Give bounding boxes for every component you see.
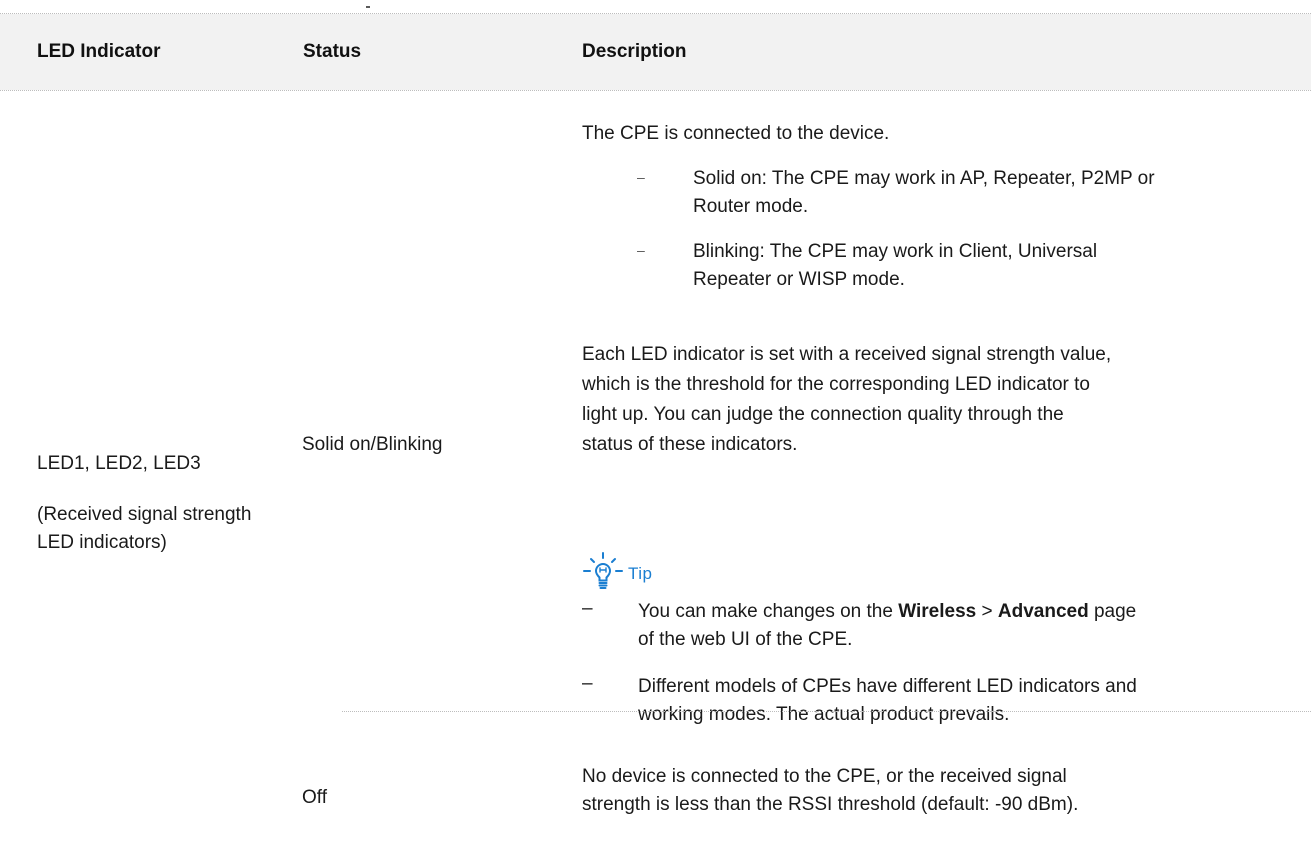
lightbulb-icon [582,551,624,597]
page-edge-mark [366,0,370,8]
bullet-marker: – [637,242,645,258]
tip-item1-line1: You can make changes on the Wireless > A… [638,601,1137,622]
bullet1-line2: Router mode. [693,196,809,217]
desc-para-line3: light up. You can judge the connection q… [582,404,1064,425]
tip-dash: – [582,598,593,619]
bullet2-line2: Repeater or WISP mode. [693,269,905,290]
tip-dash: – [582,673,593,694]
bullet1-line1: Solid on: The CPE may work in AP, Repeat… [693,168,1155,189]
tip-item1-line2: of the web UI of the CPE. [638,629,853,650]
led-name: LED1, LED2, LED3 [37,453,201,474]
header-bottom-rule [0,90,1311,91]
status-solid-blinking: Solid on/Blinking [302,434,443,455]
desc-off-line1: No device is connected to the CPE, or th… [582,766,1067,787]
desc-para-line1: Each LED indicator is set with a receive… [582,344,1112,365]
status-off: Off [302,787,327,808]
tip-item2-line1: Different models of CPEs have different … [638,676,1137,697]
tip-item2-line2: working modes. The actual product prevai… [638,704,1010,725]
bullet-marker: – [637,169,645,185]
led-note-line2: LED indicators) [37,532,167,553]
desc-para-line4: status of these indicators. [582,434,798,455]
header-status: Status [303,41,362,62]
sub-row-rule [342,711,1311,712]
tip-label: Tip [628,564,653,583]
desc-intro: The CPE is connected to the device. [582,123,890,144]
tip-callout: Tip [582,551,653,597]
header-description: Description [582,41,687,62]
led-note-line1: (Received signal strength [37,504,252,525]
header-led-indicator: LED Indicator [37,41,161,62]
desc-off-line2: strength is less than the RSSI threshold… [582,794,1079,815]
bullet2-line1: Blinking: The CPE may work in Client, Un… [693,241,1098,262]
desc-para-line2: which is the threshold for the correspon… [582,374,1090,395]
